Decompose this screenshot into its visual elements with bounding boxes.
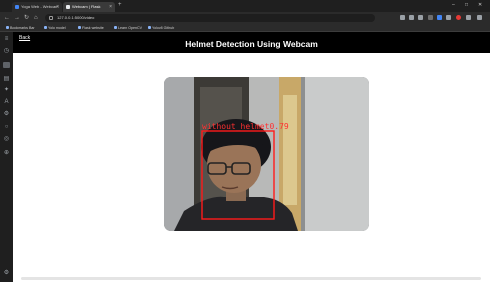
- tab-close-icon[interactable]: ×: [109, 2, 112, 12]
- bookmark-icon: [148, 26, 151, 29]
- forward-arrow-icon[interactable]: →: [14, 14, 20, 22]
- webcam-frame: [164, 77, 369, 231]
- maximize-icon[interactable]: □: [465, 2, 468, 8]
- menu-icon[interactable]: [477, 15, 482, 20]
- browser-tab-active[interactable]: Webcam | Flask ×: [63, 2, 115, 12]
- new-tab-icon[interactable]: +: [118, 2, 122, 8]
- bookmark-item[interactable]: Yolov8 Github: [148, 25, 174, 31]
- back-arrow-icon[interactable]: ←: [4, 14, 10, 22]
- horizontal-scrollbar[interactable]: [21, 277, 481, 280]
- bookmark-item[interactable]: Learn OpenCV: [114, 25, 142, 31]
- sidebar-add-icon[interactable]: ⊕: [3, 150, 10, 156]
- detection-label: without_helmet0.79: [202, 122, 289, 131]
- minimize-icon[interactable]: –: [452, 2, 455, 8]
- sidebar-collections-icon[interactable]: ▤: [3, 76, 10, 82]
- extension-icon[interactable]: [418, 15, 423, 20]
- extension-icon[interactable]: [400, 15, 405, 20]
- bookmark-icon: [114, 26, 117, 29]
- bookmark-item[interactable]: Bookmarks Bar: [6, 25, 35, 31]
- sidebar-menu-icon[interactable]: ≡: [3, 36, 10, 42]
- browser-toolbar: ← → ↻ ⌂ 127.0.0.1:5000/video: [0, 12, 490, 24]
- address-url: 127.0.0.1:5000/video: [57, 15, 95, 20]
- page-header: Back Helmet Detection Using Webcam: [13, 32, 490, 53]
- extension-icon[interactable]: [446, 15, 451, 20]
- sidebar-history-icon[interactable]: ◷: [3, 48, 10, 54]
- bookmark-icon: [44, 26, 47, 29]
- address-bar[interactable]: 127.0.0.1:5000/video: [45, 14, 375, 22]
- tab-label: Webcam | Flask: [72, 4, 101, 9]
- bookmark-item[interactable]: Yolo model: [44, 25, 66, 31]
- sidebar-favorites-icon[interactable]: ✦: [3, 87, 10, 93]
- profile-avatar-icon[interactable]: [456, 15, 461, 20]
- bookmarks-bar: Bookmarks Bar Yolo model Flask website L…: [0, 24, 490, 32]
- sidebar-search-icon[interactable]: ○: [3, 124, 10, 130]
- tab-label: Yoga Web - Webcam: [21, 4, 59, 9]
- extension-icon[interactable]: [409, 15, 414, 20]
- page-title: Helmet Detection Using Webcam: [185, 39, 318, 49]
- tab-close-icon[interactable]: ×: [56, 2, 59, 12]
- sidebar-settings-icon[interactable]: ⚙: [3, 270, 10, 276]
- sidebar-games-icon[interactable]: ◎: [3, 136, 10, 142]
- sidebar-active-icon[interactable]: [3, 62, 10, 68]
- tab-favicon-icon: [66, 5, 70, 9]
- close-window-icon[interactable]: ✕: [478, 2, 482, 8]
- bookmark-item[interactable]: Flask website: [78, 25, 104, 31]
- detection-class: without_helmet: [202, 122, 270, 131]
- sidebar-translate-icon[interactable]: A: [3, 99, 10, 105]
- tab-favicon-icon: [15, 5, 19, 9]
- webcam-video-feed: without_helmet0.79: [164, 77, 369, 231]
- downloads-icon[interactable]: [466, 15, 471, 20]
- detection-confidence: 0.79: [269, 122, 289, 131]
- web-page: Back Helmet Detection Using Webcam witho…: [13, 32, 490, 282]
- bookmark-icon: [78, 26, 81, 29]
- sidebar-tools-icon[interactable]: ⚙: [3, 111, 10, 117]
- site-info-icon[interactable]: [49, 16, 53, 20]
- browser-tab[interactable]: Yoga Web - Webcam ×: [12, 2, 62, 12]
- extension-icon[interactable]: [428, 15, 433, 20]
- extension-icon[interactable]: [437, 15, 442, 20]
- reload-icon[interactable]: ↻: [24, 14, 29, 22]
- bookmark-icon: [6, 26, 9, 29]
- home-icon[interactable]: ⌂: [34, 14, 38, 22]
- browser-tab-bar: Yoga Web - Webcam × Webcam | Flask × + –…: [0, 0, 490, 12]
- browser-side-panel: ≡ ◷ ▤ ✦ A ⚙ ○ ◎ ⊕ ⚙: [0, 32, 13, 282]
